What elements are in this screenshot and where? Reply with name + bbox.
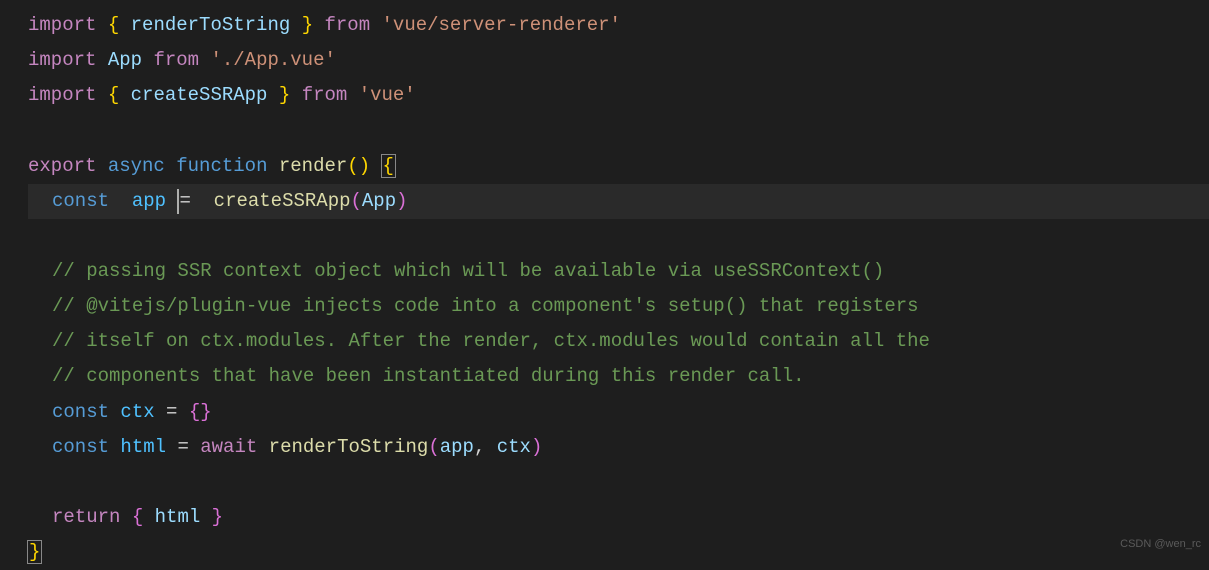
identifier: App	[108, 49, 142, 71]
keyword-import: import	[28, 84, 96, 106]
code-line[interactable]: const html = await renderToString(app, c…	[28, 430, 1209, 465]
comment: // @vitejs/plugin-vue injects code into …	[52, 295, 919, 317]
code-line[interactable]: // passing SSR context object which will…	[28, 254, 1209, 289]
comment: // components that have been instantiate…	[52, 365, 805, 387]
code-line[interactable]: import { createSSRApp } from 'vue'	[28, 78, 1209, 113]
braces: {}	[189, 401, 212, 423]
keyword-await: await	[200, 436, 257, 458]
brace-open: {	[108, 84, 119, 106]
code-line-empty[interactable]	[28, 219, 1209, 254]
paren-open: (	[351, 190, 362, 212]
string-literal: 'vue'	[359, 84, 416, 106]
code-line[interactable]: }	[28, 535, 1209, 570]
variable: ctx	[120, 401, 154, 423]
argument: ctx	[497, 436, 531, 458]
brace-close: }	[279, 84, 290, 106]
code-line[interactable]: import { renderToString } from 'vue/serv…	[28, 8, 1209, 43]
variable: html	[155, 506, 201, 528]
code-line-active[interactable]: const app = createSSRApp(App)	[28, 184, 1209, 219]
code-line[interactable]: // itself on ctx.modules. After the rend…	[28, 324, 1209, 359]
argument: app	[440, 436, 474, 458]
code-line-empty[interactable]	[28, 113, 1209, 148]
paren-close: )	[396, 190, 407, 212]
code-line[interactable]: // components that have been instantiate…	[28, 359, 1209, 394]
brace-close: }	[302, 14, 313, 36]
code-line[interactable]: export async function render() {	[28, 149, 1209, 184]
keyword-const: const	[52, 436, 109, 458]
operator-equals: =	[166, 401, 177, 423]
brace-close: }	[212, 506, 223, 528]
keyword-const: const	[52, 401, 109, 423]
code-line-empty[interactable]	[28, 465, 1209, 500]
paren-open: (	[428, 436, 439, 458]
paren-close: )	[531, 436, 542, 458]
variable: app	[132, 190, 166, 212]
keyword-import: import	[28, 49, 96, 71]
string-literal: 'vue/server-renderer'	[382, 14, 621, 36]
operator-equals: =	[177, 436, 188, 458]
identifier: renderToString	[131, 14, 291, 36]
keyword-from: from	[325, 14, 371, 36]
brace-open: {	[132, 506, 143, 528]
brace-highlighted: }	[27, 540, 42, 564]
brace-highlighted: {	[381, 154, 396, 178]
keyword-const: const	[52, 190, 109, 212]
watermark: CSDN @wen_rc	[1120, 534, 1201, 554]
keyword-return: return	[52, 506, 120, 528]
code-line[interactable]: import App from './App.vue'	[28, 43, 1209, 78]
operator-equals: =	[179, 190, 190, 212]
keyword-export: export	[28, 155, 96, 177]
code-editor[interactable]: import { renderToString } from 'vue/serv…	[0, 8, 1209, 570]
variable: html	[120, 436, 166, 458]
keyword-function: function	[176, 155, 267, 177]
code-line[interactable]: const ctx = {}	[28, 395, 1209, 430]
code-line[interactable]: // @vitejs/plugin-vue injects code into …	[28, 289, 1209, 324]
string-literal: './App.vue'	[210, 49, 335, 71]
parentheses: ()	[347, 155, 370, 177]
function-name: render	[279, 155, 347, 177]
brace-open: {	[108, 14, 119, 36]
keyword-async: async	[108, 155, 165, 177]
keyword-from: from	[302, 84, 348, 106]
identifier: createSSRApp	[131, 84, 268, 106]
comment: // passing SSR context object which will…	[52, 260, 884, 282]
keyword-from: from	[153, 49, 199, 71]
function-call: renderToString	[269, 436, 429, 458]
function-call: createSSRApp	[214, 190, 351, 212]
keyword-import: import	[28, 14, 96, 36]
comment: // itself on ctx.modules. After the rend…	[52, 330, 930, 352]
argument: App	[362, 190, 396, 212]
code-line[interactable]: return { html }	[28, 500, 1209, 535]
